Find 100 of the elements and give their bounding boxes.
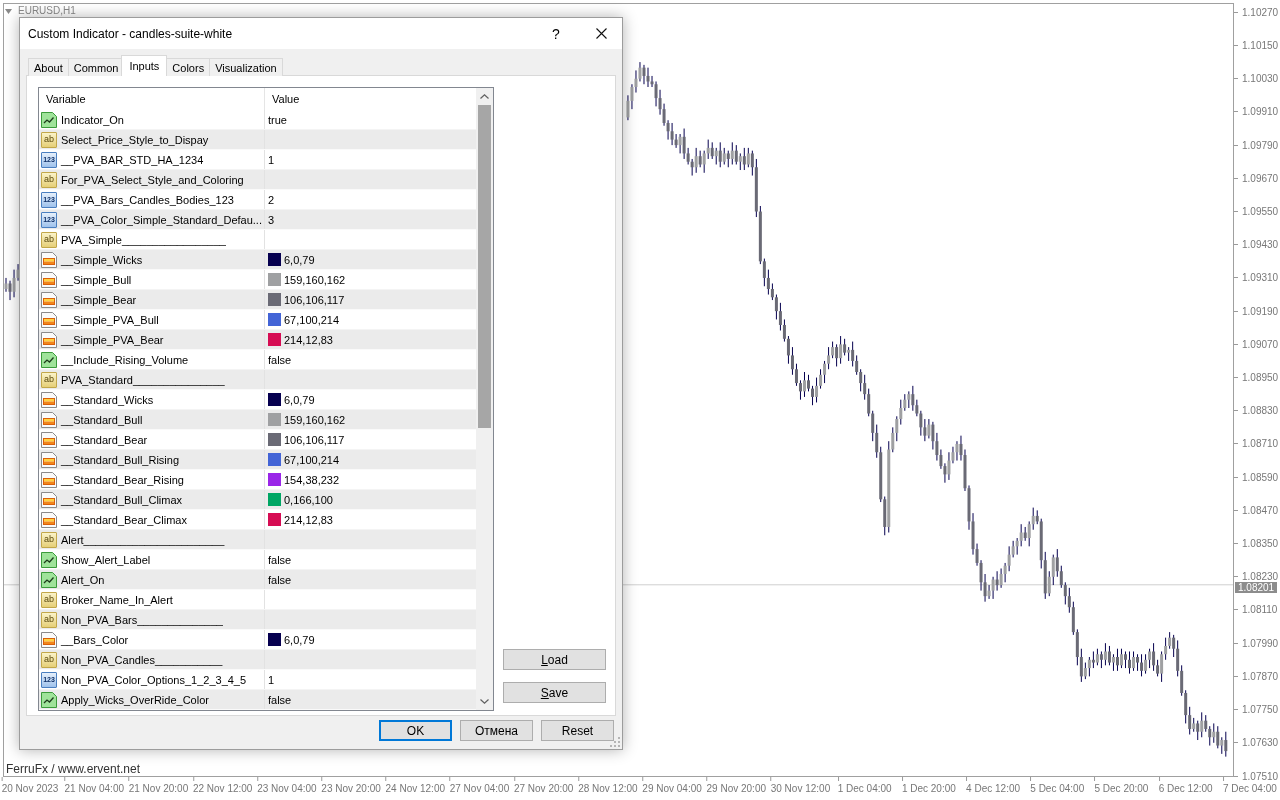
reset-button[interactable]: Reset — [541, 720, 614, 741]
price-label: 1.09550 — [1242, 206, 1279, 217]
table-row[interactable]: __Standard_Bull_Rising 67,100,214 — [39, 450, 476, 470]
table-row[interactable]: ab Select_Price_Style_to_Dispay — [39, 130, 476, 150]
tab[interactable]: Visualization — [209, 58, 283, 76]
price-label: 1.08590 — [1242, 471, 1279, 483]
variable-value: 214,12,83 — [284, 332, 333, 347]
variable-value: false — [268, 552, 292, 567]
variable-value: 1 — [268, 152, 275, 167]
variable-value: 106,106,117 — [284, 432, 345, 447]
table-row[interactable]: ab Broker_Name_In_Alert — [39, 590, 476, 610]
time-label: 21 Nov 04:00 — [64, 783, 125, 795]
table-row[interactable]: __Bars_Color 6,0,79 — [39, 630, 476, 650]
line-chart-icon — [41, 551, 57, 568]
variable-name: Non_PVA_Candles___________ — [61, 652, 223, 667]
table-row[interactable]: ab Non_PVA_Bars______________ — [39, 610, 476, 630]
help-button[interactable]: ? — [546, 21, 566, 46]
save-button[interactable]: Save — [503, 682, 606, 703]
tab[interactable]: Colors — [166, 58, 211, 76]
indicator-credit-label: FerruFx / www.ervent.net — [6, 762, 141, 776]
price-label: 1.07990 — [1242, 637, 1279, 649]
table-row[interactable]: __Standard_Bull_Climax 0,166,100 — [39, 490, 476, 510]
table-row[interactable]: ab PVA_Standard_______________ — [39, 370, 476, 390]
variable-value: false — [268, 572, 292, 587]
table-row[interactable]: __Simple_Bear 106,106,117 — [39, 290, 476, 310]
chart-symbol-label: EURUSD,H1 — [18, 5, 76, 17]
variable-value: 159,160,162 — [284, 412, 346, 427]
table-row[interactable]: Show_Alert_Label false — [39, 550, 476, 570]
table-row[interactable]: ab Non_PVA_Candles___________ — [39, 650, 476, 670]
color-strip-icon — [41, 311, 57, 328]
table-row[interactable]: __Simple_Bull 159,160,162 — [39, 270, 476, 290]
price-label: 1.10150 — [1242, 40, 1279, 51]
variable-value: 159,160,162 — [284, 272, 346, 287]
variable-name: __Standard_Wicks — [61, 392, 154, 407]
price-label: 1.07630 — [1242, 737, 1279, 749]
variable-name: Alert_On — [61, 572, 105, 587]
variable-value: 1 — [268, 672, 275, 687]
table-row[interactable]: Apply_Wicks_OverRide_Color false — [39, 690, 476, 710]
variable-value: 6,0,79 — [284, 632, 315, 647]
price-label: 1.09790 — [1242, 139, 1279, 151]
variable-name: Broker_Name_In_Alert — [61, 592, 173, 607]
variable-name: __Standard_Bull — [61, 412, 143, 427]
price-label: 1.09910 — [1242, 106, 1279, 118]
text-type-tag: ab — [41, 171, 57, 188]
price-label: 1.08950 — [1242, 372, 1279, 384]
chevron-up-icon — [480, 94, 489, 99]
color-strip-icon — [41, 331, 57, 348]
table-row[interactable]: __Standard_Bear_Rising 154,38,232 — [39, 470, 476, 490]
variable-name: __Standard_Bear — [61, 432, 148, 447]
time-label: 20 Nov 2023 — [1, 783, 59, 795]
variable-name: PVA_Simple_________________ — [61, 232, 226, 247]
table-row[interactable]: ab PVA_Simple_________________ — [39, 230, 476, 250]
table-row[interactable]: __Simple_Wicks 6,0,79 — [39, 250, 476, 270]
text-type-tag: ab — [41, 591, 57, 608]
ok-button[interactable]: OK — [379, 720, 452, 741]
resize-grip-icon[interactable] — [609, 736, 620, 747]
variable-name: __Standard_Bear_Climax — [61, 512, 187, 527]
variable-name: __Simple_PVA_Bull — [61, 312, 159, 327]
variable-name: Show_Alert_Label — [61, 552, 151, 567]
column-header[interactable]: Value — [265, 88, 476, 110]
time-label: 1 Dec 20:00 — [901, 783, 956, 795]
table-row[interactable]: Alert_On false — [39, 570, 476, 590]
text-type-tag: ab — [41, 371, 57, 388]
table-row[interactable]: ab For_PVA_Select_Style_and_Coloring — [39, 170, 476, 190]
variable-name: Select_Price_Style_to_Dispay — [61, 132, 209, 147]
scrollbar-thumb[interactable] — [478, 105, 491, 428]
variable-value: 214,12,83 — [284, 512, 333, 527]
color-strip-icon — [41, 431, 57, 448]
chevron-down-icon — [480, 699, 489, 704]
time-label: 22 Nov 12:00 — [192, 783, 253, 795]
table-row[interactable]: __Simple_PVA_Bull 67,100,214 — [39, 310, 476, 330]
caret-icon[interactable] — [5, 8, 12, 14]
table-row[interactable]: __Simple_PVA_Bear 214,12,83 — [39, 330, 476, 350]
price-label: 1.07510 — [1242, 770, 1279, 782]
time-label: 23 Nov 20:00 — [321, 783, 381, 795]
color-strip-icon — [41, 451, 57, 468]
variable-value: true — [268, 112, 287, 127]
variable-value: 3 — [268, 212, 275, 227]
time-label: 5 Dec 20:00 — [1094, 783, 1149, 795]
table-row[interactable]: __Standard_Wicks 6,0,79 — [39, 390, 476, 410]
scrollbar[interactable] — [476, 88, 493, 710]
tab[interactable]: Inputs — [121, 55, 168, 76]
price-label: 1.08710 — [1242, 438, 1279, 450]
variable-name: Non_PVA_Bars______________ — [61, 612, 223, 627]
table-row[interactable]: Indicator_On true — [39, 110, 476, 130]
table-row[interactable]: __Include_Rising_Volume false — [39, 350, 476, 370]
load-button[interactable]: Load — [503, 649, 606, 670]
cancel-button[interactable]: Отмена — [460, 720, 533, 741]
table-row[interactable]: __Standard_Bear_Climax 214,12,83 — [39, 510, 476, 530]
variable-name: __Simple_Wicks — [61, 252, 143, 267]
tab[interactable]: About — [28, 58, 69, 76]
text-type-tag: ab — [41, 231, 57, 248]
variable-name: __Standard_Bull_Rising — [61, 452, 180, 467]
price-label: 1.09430 — [1242, 239, 1279, 251]
price-line — [4, 584, 20, 586]
text-type-tag: ab — [41, 531, 57, 548]
color-strip-icon — [41, 471, 57, 488]
table-row[interactable]: ab Alert_______________________ — [39, 530, 476, 550]
table-row[interactable]: __Standard_Bull 159,160,162 — [39, 410, 476, 430]
table-row[interactable]: __Standard_Bear 106,106,117 — [39, 430, 476, 450]
